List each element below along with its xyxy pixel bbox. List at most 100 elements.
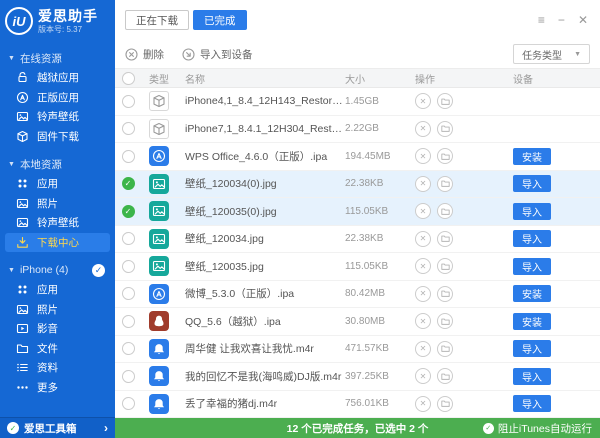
row-checkbox[interactable] (122, 397, 135, 410)
import-button[interactable]: 导入 (513, 230, 551, 247)
file-name: 我的回忆不是我(海鸣威)DJ版.m4r (177, 369, 345, 384)
sidebar-item-apps-grid[interactable]: 应用 (5, 174, 110, 194)
task-type-dropdown[interactable]: 任务类型 ▼ (513, 44, 590, 64)
open-folder-button[interactable] (437, 313, 453, 329)
delete-task-button[interactable]: ✕ (415, 258, 431, 274)
table-row: 周华健 让我欢喜让我忧.m4r471.57KB✕导入 (115, 336, 600, 364)
delete-task-button[interactable]: ✕ (415, 313, 431, 329)
import-button[interactable]: 导入 (513, 175, 551, 192)
photos-icon (16, 197, 29, 210)
import-to-device-button[interactable]: 导入到设备 (182, 47, 253, 62)
sidebar-item-label: 铃声壁纸 (37, 109, 79, 124)
row-checkbox[interactable] (122, 260, 135, 273)
row-checkbox[interactable] (122, 342, 135, 355)
open-folder-button[interactable] (437, 396, 453, 412)
import-button[interactable]: 导入 (513, 203, 551, 220)
sidebar-item-wallpaper[interactable]: 铃声壁纸 (5, 213, 110, 233)
sidebar-item-firmware[interactable]: 固件下载 (5, 127, 110, 147)
sidebar-item-wallpaper[interactable]: 铃声壁纸 (5, 107, 110, 127)
open-folder-button[interactable] (437, 258, 453, 274)
close-icon[interactable]: ✕ (578, 14, 588, 26)
delete-task-button[interactable]: ✕ (415, 341, 431, 357)
sidebar-item-files[interactable]: 文件 (5, 339, 110, 359)
open-folder-button[interactable] (437, 93, 453, 109)
delete-task-button[interactable]: ✕ (415, 231, 431, 247)
open-folder-button[interactable] (437, 203, 453, 219)
files-icon (16, 342, 29, 355)
delete-task-button[interactable]: ✕ (415, 286, 431, 302)
menu-icon[interactable]: ≡ (538, 14, 545, 26)
tab-downloading[interactable]: 正在下载 (125, 10, 189, 30)
row-checkbox[interactable]: ✓ (122, 177, 135, 190)
sidebar-item-label: 更多 (37, 380, 58, 395)
open-folder-button[interactable] (437, 341, 453, 357)
table-body: iPhone4,1_8.4_12H143_Restore.ipsw1.45GB✕… (115, 88, 600, 418)
row-checkbox[interactable] (122, 315, 135, 328)
file-name: WPS Office_4.6.0（正版）.ipa (177, 149, 345, 164)
row-checkbox[interactable] (122, 232, 135, 245)
open-folder-button[interactable] (437, 148, 453, 164)
delete-task-button[interactable]: ✕ (415, 396, 431, 412)
row-checkbox[interactable] (122, 287, 135, 300)
caret-down-icon: ▼ (8, 161, 15, 168)
delete-task-button[interactable]: ✕ (415, 148, 431, 164)
select-all-checkbox[interactable] (122, 72, 135, 85)
file-name: iPhone7,1_8.4.1_12H304_Restore.ipsw (177, 123, 345, 135)
open-folder-button[interactable] (437, 121, 453, 137)
sidebar-item-photos[interactable]: 照片 (5, 194, 110, 214)
toolbox-button[interactable]: ✓ 爱思工具箱 › (0, 417, 115, 438)
sidebar-item-data[interactable]: 资料 (5, 358, 110, 378)
delete-task-button[interactable]: ✕ (415, 93, 431, 109)
delete-button[interactable]: 删除 (125, 47, 164, 62)
install-button[interactable]: 安装 (513, 285, 551, 302)
file-size: 194.45MB (345, 151, 415, 162)
sidebar-item-apps-grid[interactable]: 应用 (5, 280, 110, 300)
row-checkbox[interactable]: ✓ (122, 205, 135, 218)
delete-task-button[interactable]: ✕ (415, 203, 431, 219)
main-area: 正在下载 已完成 ≡ − ✕ 删除 导入到设备 任务类型 ▼ (115, 0, 600, 438)
file-size: 22.38KB (345, 178, 415, 189)
open-folder-button[interactable] (437, 231, 453, 247)
table-row: ✓壁纸_120034(0).jpg22.38KB✕导入 (115, 171, 600, 199)
sidebar-section-header[interactable]: ▼在线资源 (0, 48, 115, 68)
minimize-icon[interactable]: − (558, 14, 565, 26)
sidebar: iU 爱思助手 版本号: 5.37 ▼在线资源越狱应用正版应用铃声壁纸固件下载▼… (0, 0, 115, 438)
import-button[interactable]: 导入 (513, 395, 551, 412)
install-button[interactable]: 安装 (513, 148, 551, 165)
delete-task-button[interactable]: ✕ (415, 176, 431, 192)
row-checkbox[interactable] (122, 122, 135, 135)
tab-completed[interactable]: 已完成 (193, 10, 247, 30)
sidebar-item-jailbreak[interactable]: 越狱应用 (5, 68, 110, 88)
import-button[interactable]: 导入 (513, 368, 551, 385)
open-folder-button[interactable] (437, 176, 453, 192)
sidebar-item-more[interactable]: 更多 (5, 378, 110, 398)
sidebar-item-label: 正版应用 (37, 90, 79, 105)
table-row: ✓壁纸_120035(0).jpg115.05KB✕导入 (115, 198, 600, 226)
filetype-ipsw-icon (149, 119, 169, 139)
row-checkbox[interactable] (122, 370, 135, 383)
section-title: 本地资源 (20, 157, 62, 172)
download-icon (16, 236, 29, 249)
import-button[interactable]: 导入 (513, 340, 551, 357)
chevron-right-icon: › (104, 422, 108, 434)
file-size: 471.57KB (345, 343, 415, 354)
file-name: 壁纸_120034.jpg (177, 231, 345, 246)
sidebar-section-header[interactable]: ▼ 本地资源 (0, 154, 115, 174)
import-button[interactable]: 导入 (513, 258, 551, 275)
row-checkbox[interactable] (122, 95, 135, 108)
block-itunes-toggle[interactable]: ✓ 阻止iTunes自动运行 (483, 421, 592, 436)
file-size: 115.05KB (345, 206, 415, 217)
row-checkbox[interactable] (122, 150, 135, 163)
sidebar-item-download[interactable]: 下载中心 (5, 233, 110, 253)
sidebar-section-header[interactable]: ▼iPhone (4)✓ (0, 260, 115, 280)
install-button[interactable]: 安装 (513, 313, 551, 330)
sidebar-item-media[interactable]: 影音 (5, 319, 110, 339)
delete-task-button[interactable]: ✕ (415, 368, 431, 384)
delete-task-button[interactable]: ✕ (415, 121, 431, 137)
sidebar-item-photos[interactable]: 照片 (5, 300, 110, 320)
tab-bar: 正在下载 已完成 (125, 10, 247, 30)
open-folder-button[interactable] (437, 368, 453, 384)
open-folder-button[interactable] (437, 286, 453, 302)
sidebar-item-appstore[interactable]: 正版应用 (5, 88, 110, 108)
table-row: 微博_5.3.0（正版）.ipa80.42MB✕安装 (115, 281, 600, 309)
